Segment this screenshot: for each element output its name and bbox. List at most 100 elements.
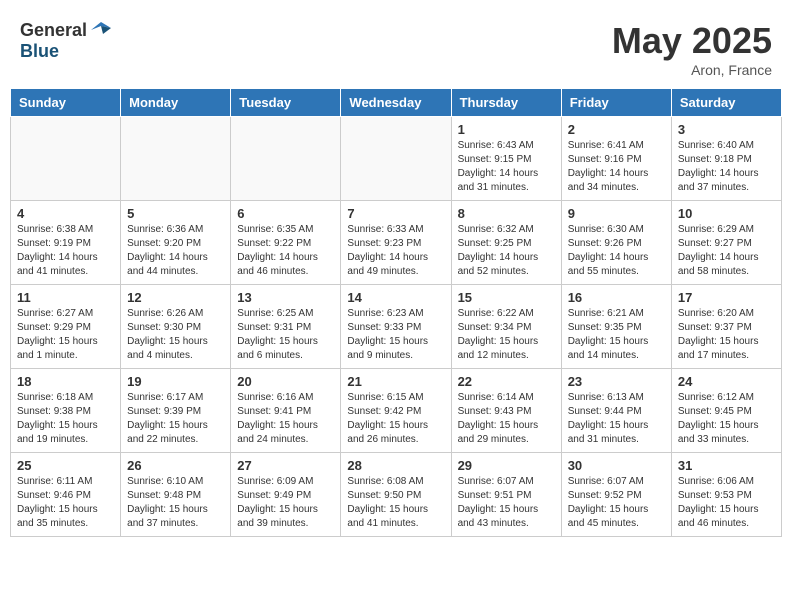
weekday-header-wednesday: Wednesday xyxy=(341,89,451,117)
day-number: 25 xyxy=(17,458,114,473)
calendar-cell: 3 Sunrise: 6:40 AM Sunset: 9:18 PM Daylig… xyxy=(671,117,781,201)
day-info: Sunrise: 6:16 AM Sunset: 9:41 PM Dayligh… xyxy=(237,391,334,447)
day-info: Sunrise: 6:32 AM Sunset: 9:25 PM Dayligh… xyxy=(458,223,555,279)
day-number: 5 xyxy=(127,206,224,221)
weekday-header-monday: Monday xyxy=(121,89,231,117)
day-info: Sunrise: 6:06 AM Sunset: 9:53 PM Dayligh… xyxy=(678,475,775,531)
day-number: 7 xyxy=(347,206,444,221)
calendar-cell: 20 Sunrise: 6:16 AM Sunset: 9:41 PM Dayli… xyxy=(231,369,341,453)
day-number: 17 xyxy=(678,290,775,305)
logo-bird-icon xyxy=(89,20,111,40)
day-number: 11 xyxy=(17,290,114,305)
day-info: Sunrise: 6:10 AM Sunset: 9:48 PM Dayligh… xyxy=(127,475,224,531)
day-info: Sunrise: 6:33 AM Sunset: 9:23 PM Dayligh… xyxy=(347,223,444,279)
calendar-cell: 1Sunrise: 6:43 AM Sunset: 9:15 PM Daylig… xyxy=(451,117,561,201)
day-number: 23 xyxy=(568,374,665,389)
day-number: 13 xyxy=(237,290,334,305)
month-title: May 2025 xyxy=(612,20,772,62)
day-number: 19 xyxy=(127,374,224,389)
calendar-week-row-2: 4Sunrise: 6:38 AM Sunset: 9:19 PM Daylig… xyxy=(11,201,782,285)
day-info: Sunrise: 6:36 AM Sunset: 9:20 PM Dayligh… xyxy=(127,223,224,279)
weekday-header-saturday: Saturday xyxy=(671,89,781,117)
day-info: Sunrise: 6:30 AM Sunset: 9:26 PM Dayligh… xyxy=(568,223,665,279)
calendar-cell xyxy=(121,117,231,201)
calendar-cell: 23 Sunrise: 6:13 AM Sunset: 9:44 PM Dayli… xyxy=(561,369,671,453)
day-number: 1 xyxy=(458,122,555,137)
day-info: Sunrise: 6:07 AM Sunset: 9:51 PM Dayligh… xyxy=(458,475,555,531)
logo: General Blue xyxy=(20,20,111,62)
calendar-cell: 6Sunrise: 6:35 AM Sunset: 9:22 PM Daylig… xyxy=(231,201,341,285)
calendar-cell: 30 Sunrise: 6:07 AM Sunset: 9:52 PM Dayli… xyxy=(561,453,671,537)
day-info: Sunrise: 6:14 AM Sunset: 9:43 PM Dayligh… xyxy=(458,391,555,447)
calendar-cell: 29 Sunrise: 6:07 AM Sunset: 9:51 PM Dayli… xyxy=(451,453,561,537)
calendar-week-row-3: 11 Sunrise: 6:27 AM Sunset: 9:29 PM Dayli… xyxy=(11,285,782,369)
calendar-cell: 31 Sunrise: 6:06 AM Sunset: 9:53 PM Dayli… xyxy=(671,453,781,537)
calendar-cell: 8 Sunrise: 6:32 AM Sunset: 9:25 PM Daylig… xyxy=(451,201,561,285)
day-info: Sunrise: 6:40 AM Sunset: 9:18 PM Dayligh… xyxy=(678,139,775,195)
calendar-cell: 28 Sunrise: 6:08 AM Sunset: 9:50 PM Dayli… xyxy=(341,453,451,537)
location: Aron, France xyxy=(612,62,772,78)
day-info: Sunrise: 6:15 AM Sunset: 9:42 PM Dayligh… xyxy=(347,391,444,447)
day-number: 20 xyxy=(237,374,334,389)
day-info: Sunrise: 6:09 AM Sunset: 9:49 PM Dayligh… xyxy=(237,475,334,531)
day-info: Sunrise: 6:25 AM Sunset: 9:31 PM Dayligh… xyxy=(237,307,334,363)
day-info: Sunrise: 6:38 AM Sunset: 9:19 PM Dayligh… xyxy=(17,223,114,279)
day-info: Sunrise: 6:21 AM Sunset: 9:35 PM Dayligh… xyxy=(568,307,665,363)
day-number: 16 xyxy=(568,290,665,305)
day-number: 27 xyxy=(237,458,334,473)
day-number: 30 xyxy=(568,458,665,473)
calendar-cell: 14 Sunrise: 6:23 AM Sunset: 9:33 PM Dayli… xyxy=(341,285,451,369)
calendar-cell: 18Sunrise: 6:18 AM Sunset: 9:38 PM Dayli… xyxy=(11,369,121,453)
day-number: 12 xyxy=(127,290,224,305)
logo-general-text: General xyxy=(20,20,87,41)
calendar-cell: 24Sunrise: 6:12 AM Sunset: 9:45 PM Dayli… xyxy=(671,369,781,453)
day-number: 21 xyxy=(347,374,444,389)
day-info: Sunrise: 6:26 AM Sunset: 9:30 PM Dayligh… xyxy=(127,307,224,363)
day-number: 10 xyxy=(678,206,775,221)
day-number: 8 xyxy=(458,206,555,221)
day-info: Sunrise: 6:07 AM Sunset: 9:52 PM Dayligh… xyxy=(568,475,665,531)
day-info: Sunrise: 6:13 AM Sunset: 9:44 PM Dayligh… xyxy=(568,391,665,447)
calendar-cell: 5 Sunrise: 6:36 AM Sunset: 9:20 PM Daylig… xyxy=(121,201,231,285)
day-number: 29 xyxy=(458,458,555,473)
calendar-cell: 13 Sunrise: 6:25 AM Sunset: 9:31 PM Dayli… xyxy=(231,285,341,369)
calendar-cell: 11 Sunrise: 6:27 AM Sunset: 9:29 PM Dayli… xyxy=(11,285,121,369)
calendar-cell: 21 Sunrise: 6:15 AM Sunset: 9:42 PM Dayli… xyxy=(341,369,451,453)
weekday-header-sunday: Sunday xyxy=(11,89,121,117)
day-info: Sunrise: 6:18 AM Sunset: 9:38 PM Dayligh… xyxy=(17,391,114,447)
calendar-cell xyxy=(11,117,121,201)
calendar-cell: 4Sunrise: 6:38 AM Sunset: 9:19 PM Daylig… xyxy=(11,201,121,285)
day-number: 15 xyxy=(458,290,555,305)
day-info: Sunrise: 6:20 AM Sunset: 9:37 PM Dayligh… xyxy=(678,307,775,363)
calendar-week-row-1: 1Sunrise: 6:43 AM Sunset: 9:15 PM Daylig… xyxy=(11,117,782,201)
calendar-cell: 17 Sunrise: 6:20 AM Sunset: 9:37 PM Dayli… xyxy=(671,285,781,369)
calendar-week-row-5: 25 Sunrise: 6:11 AM Sunset: 9:46 PM Dayli… xyxy=(11,453,782,537)
calendar-cell: 25 Sunrise: 6:11 AM Sunset: 9:46 PM Dayli… xyxy=(11,453,121,537)
day-number: 14 xyxy=(347,290,444,305)
calendar-cell: 7 Sunrise: 6:33 AM Sunset: 9:23 PM Daylig… xyxy=(341,201,451,285)
day-info: Sunrise: 6:11 AM Sunset: 9:46 PM Dayligh… xyxy=(17,475,114,531)
calendar-cell: 10Sunrise: 6:29 AM Sunset: 9:27 PM Dayli… xyxy=(671,201,781,285)
page-header: General Blue May 2025 Aron, France xyxy=(10,10,782,83)
day-number: 9 xyxy=(568,206,665,221)
calendar-table: SundayMondayTuesdayWednesdayThursdayFrid… xyxy=(10,88,782,537)
calendar-cell: 26 Sunrise: 6:10 AM Sunset: 9:48 PM Dayli… xyxy=(121,453,231,537)
day-number: 28 xyxy=(347,458,444,473)
day-number: 31 xyxy=(678,458,775,473)
day-info: Sunrise: 6:08 AM Sunset: 9:50 PM Dayligh… xyxy=(347,475,444,531)
calendar-cell: 2Sunrise: 6:41 AM Sunset: 9:16 PM Daylig… xyxy=(561,117,671,201)
day-number: 3 xyxy=(678,122,775,137)
calendar-cell: 12 Sunrise: 6:26 AM Sunset: 9:30 PM Dayli… xyxy=(121,285,231,369)
day-number: 26 xyxy=(127,458,224,473)
weekday-header-thursday: Thursday xyxy=(451,89,561,117)
calendar-cell: 19Sunrise: 6:17 AM Sunset: 9:39 PM Dayli… xyxy=(121,369,231,453)
logo-text: General Blue xyxy=(20,20,111,62)
weekday-header-tuesday: Tuesday xyxy=(231,89,341,117)
day-info: Sunrise: 6:27 AM Sunset: 9:29 PM Dayligh… xyxy=(17,307,114,363)
day-number: 24 xyxy=(678,374,775,389)
day-info: Sunrise: 6:41 AM Sunset: 9:16 PM Dayligh… xyxy=(568,139,665,195)
day-info: Sunrise: 6:23 AM Sunset: 9:33 PM Dayligh… xyxy=(347,307,444,363)
calendar-cell: 9 Sunrise: 6:30 AM Sunset: 9:26 PM Daylig… xyxy=(561,201,671,285)
calendar-cell xyxy=(231,117,341,201)
calendar-week-row-4: 18Sunrise: 6:18 AM Sunset: 9:38 PM Dayli… xyxy=(11,369,782,453)
